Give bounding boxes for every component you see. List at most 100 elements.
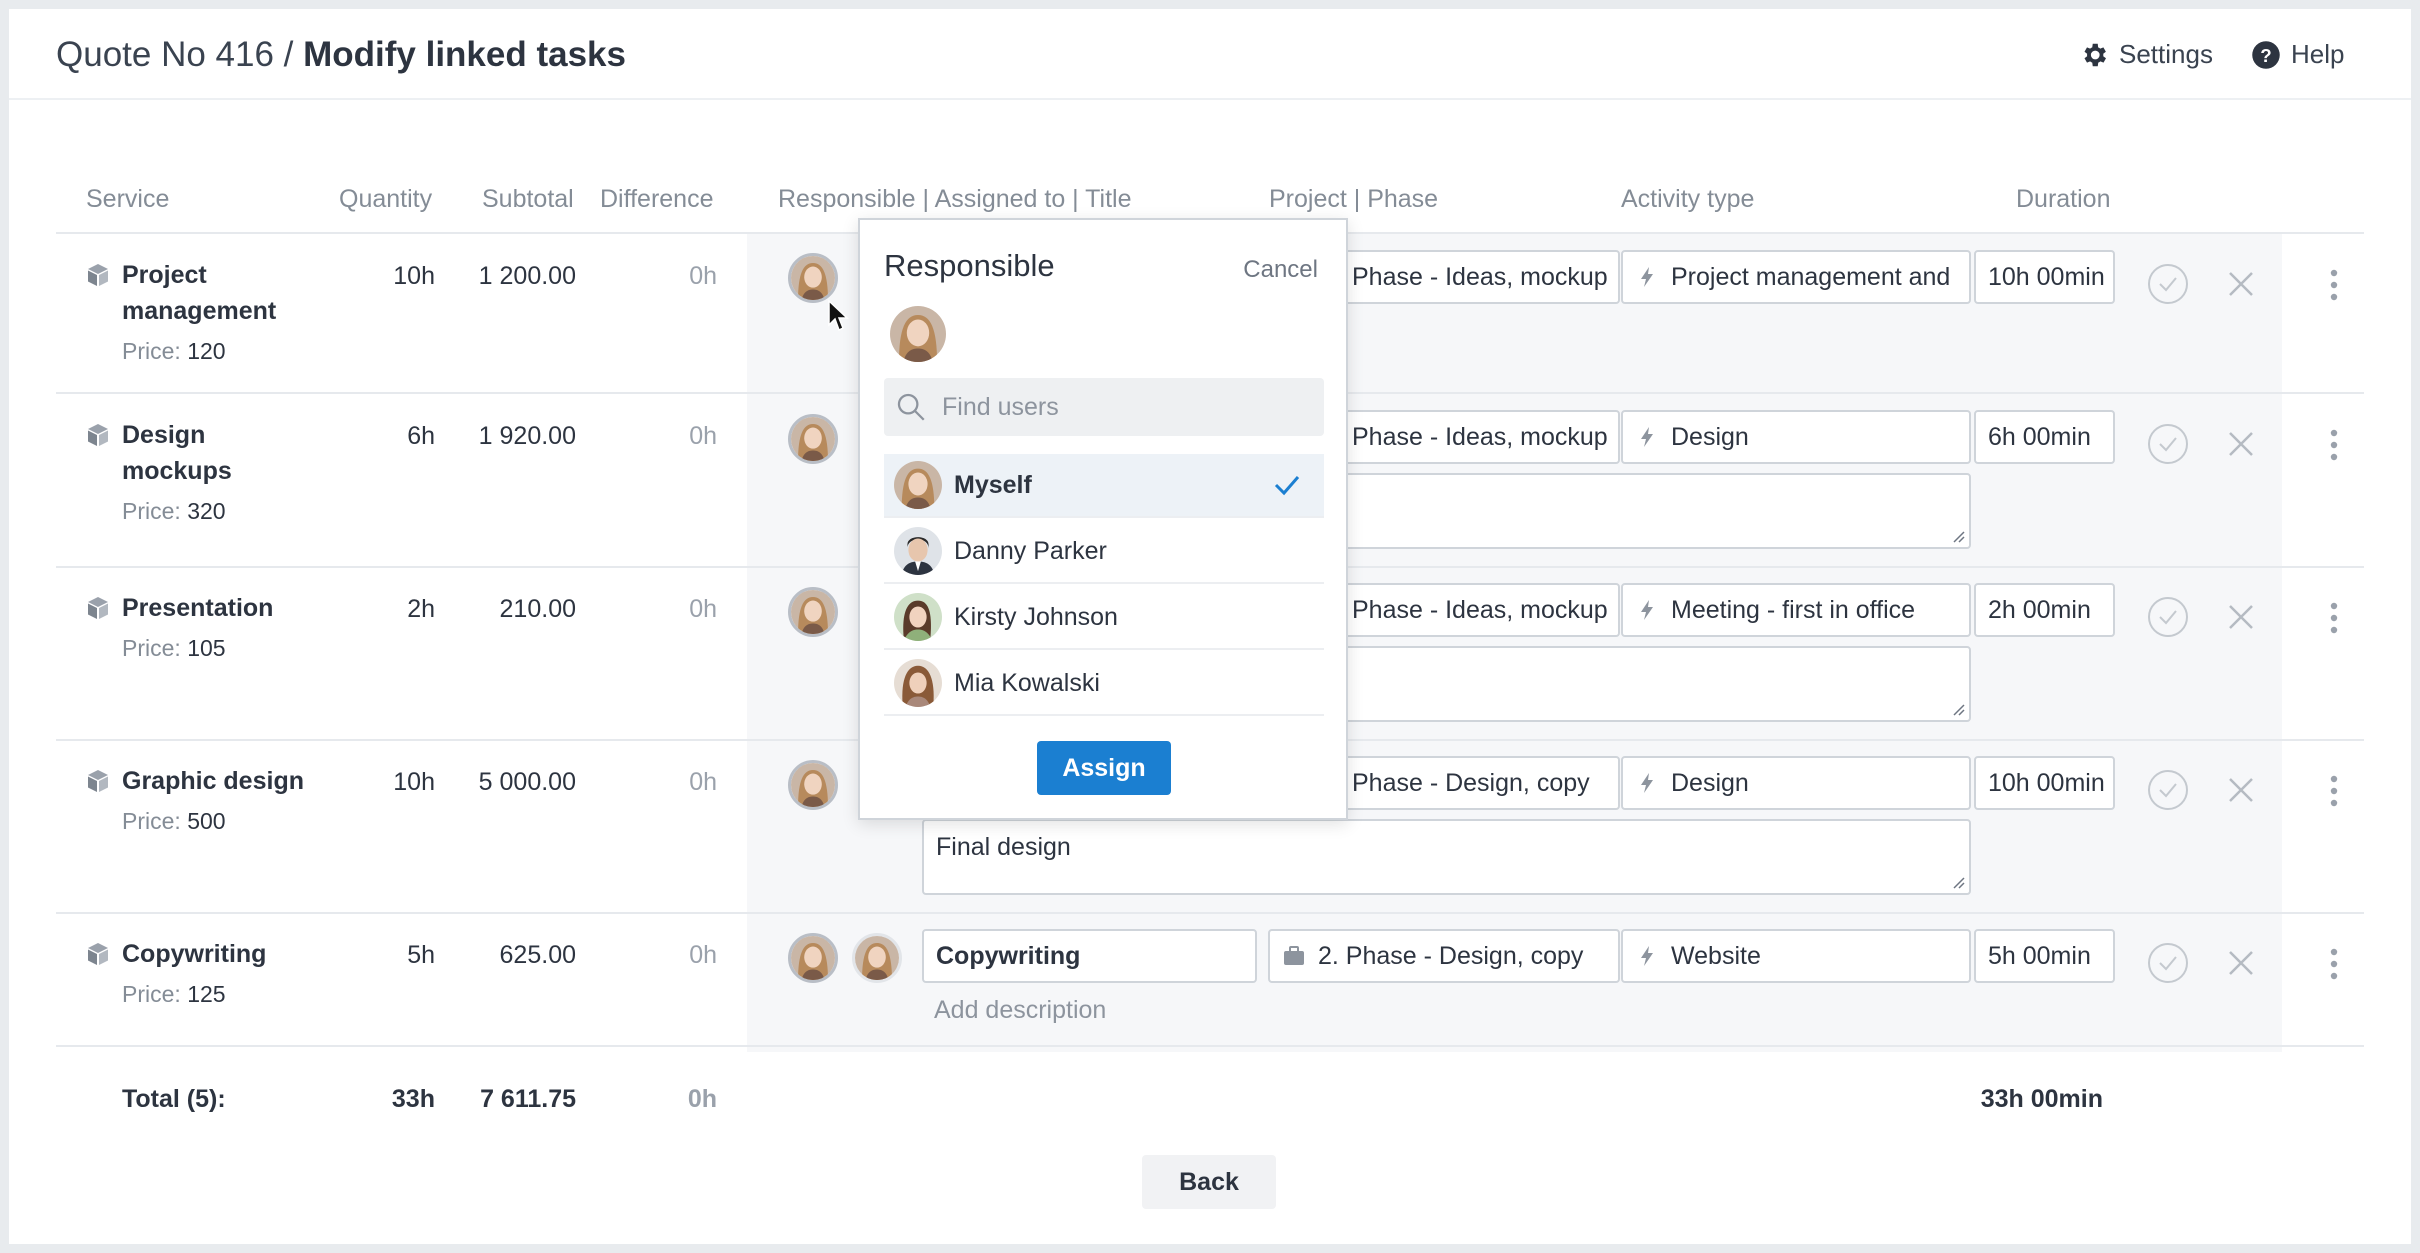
column-header-responsible: Responsible | Assigned to | Title xyxy=(778,185,1132,213)
search-icon xyxy=(897,393,925,421)
project-phase-field[interactable]: Phase - Design, copy xyxy=(1338,756,1620,810)
quantity-value: 10h xyxy=(393,768,435,796)
phase-value: Phase - Design, copy xyxy=(1352,768,1590,797)
column-header-subtotal: Subtotal xyxy=(482,185,574,213)
assign-button[interactable]: Assign xyxy=(1037,741,1171,795)
settings-label: Settings xyxy=(2119,39,2213,69)
gear-icon xyxy=(2084,43,2106,66)
column-header-duration: Duration xyxy=(2016,185,2111,213)
remove-x-icon[interactable] xyxy=(2220,769,2262,811)
service-price: Price: 125 xyxy=(122,981,226,1007)
user-avatar-icon xyxy=(890,306,946,362)
responsible-avatar[interactable] xyxy=(788,253,838,303)
more-options-icon[interactable] xyxy=(2329,947,2339,981)
activity-type-field[interactable]: Website xyxy=(1621,929,1971,983)
help-icon: ? xyxy=(2252,40,2280,69)
help-label: Help xyxy=(2291,39,2345,69)
difference-value: 0h xyxy=(689,768,717,796)
duration-field[interactable]: 10h 00min xyxy=(1974,756,2115,810)
activity-type-field[interactable]: Design xyxy=(1621,410,1971,464)
project-phase-field[interactable]: Phase - Ideas, mockup xyxy=(1338,410,1620,464)
description-textarea[interactable] xyxy=(1338,473,1971,549)
remove-x-icon[interactable] xyxy=(2220,942,2262,984)
project-phase-field[interactable]: 2. Phase - Design, copy xyxy=(1268,929,1620,983)
divider xyxy=(56,912,2364,914)
project-phase-field[interactable]: Phase - Ideas, mockup xyxy=(1338,250,1620,304)
search-placeholder: Find users xyxy=(942,392,1059,421)
assignee-avatar[interactable] xyxy=(852,933,902,983)
responsible-avatar[interactable] xyxy=(788,414,838,464)
lightning-icon xyxy=(1635,598,1659,622)
user-option-danny-parker[interactable]: Danny Parker xyxy=(884,520,1324,584)
user-avatar-icon xyxy=(855,936,899,980)
user-avatar-icon xyxy=(791,256,835,300)
confirm-check-icon[interactable] xyxy=(2147,596,2189,638)
back-button[interactable]: Back xyxy=(1142,1155,1276,1209)
difference-value: 0h xyxy=(689,422,717,450)
confirm-check-icon[interactable] xyxy=(2147,769,2189,811)
description-textarea[interactable]: Final design xyxy=(922,819,1971,895)
column-header-service: Service xyxy=(86,185,170,213)
activity-type-field[interactable]: Project management and xyxy=(1621,250,1971,304)
duration-field[interactable]: 6h 00min xyxy=(1974,410,2115,464)
quantity-value: 5h xyxy=(407,941,435,969)
duration-field[interactable]: 5h 00min xyxy=(1974,929,2115,983)
confirm-check-icon[interactable] xyxy=(2147,263,2189,305)
add-description-link[interactable]: Add description xyxy=(934,996,1106,1025)
activity-value: Project management and xyxy=(1671,262,1951,291)
column-header-activity: Activity type xyxy=(1621,185,1755,213)
remove-x-icon[interactable] xyxy=(2220,423,2262,465)
resize-grip-icon[interactable] xyxy=(1951,702,1965,716)
more-options-icon[interactable] xyxy=(2329,428,2339,462)
top-bar: Quote No 416 / Modify linked tasks Setti… xyxy=(9,9,2411,100)
mouse-cursor-icon xyxy=(828,299,849,332)
total-difference: 0h xyxy=(687,1085,717,1113)
find-users-input[interactable]: Find users xyxy=(884,378,1324,436)
confirm-check-icon[interactable] xyxy=(2147,942,2189,984)
total-duration: 33h 00min xyxy=(1980,1085,2103,1113)
popup-title: Responsible xyxy=(884,248,1055,283)
resize-grip-icon[interactable] xyxy=(1951,529,1965,543)
confirm-check-icon[interactable] xyxy=(2147,423,2189,465)
duration-field[interactable]: 2h 00min xyxy=(1974,583,2115,637)
user-name: Myself xyxy=(954,470,1032,499)
service-cube-icon xyxy=(85,262,111,288)
user-name: Danny Parker xyxy=(954,536,1107,565)
duration-field[interactable]: 10h 00min xyxy=(1974,250,2115,304)
page-title: Quote No 416 / Modify linked tasks xyxy=(56,35,626,74)
responsible-avatar[interactable] xyxy=(788,933,838,983)
remove-x-icon[interactable] xyxy=(2220,263,2262,305)
resize-grip-icon[interactable] xyxy=(1951,875,1965,889)
user-option-myself[interactable]: Myself xyxy=(884,454,1324,518)
quantity-value: 6h xyxy=(407,422,435,450)
service-cube-icon xyxy=(85,422,111,448)
activity-type-field[interactable]: Meeting - first in office xyxy=(1621,583,1971,637)
phase-value: Phase - Ideas, mockup xyxy=(1352,422,1608,451)
difference-value: 0h xyxy=(689,595,717,623)
service-cube-icon xyxy=(85,768,111,794)
responsible-avatar[interactable] xyxy=(788,587,838,637)
more-options-icon[interactable] xyxy=(2329,774,2339,808)
user-avatar-icon xyxy=(894,659,942,707)
user-avatar xyxy=(894,527,942,575)
duration-value: 6h 00min xyxy=(1988,422,2091,451)
description-textarea[interactable] xyxy=(1338,646,1971,722)
activity-type-field[interactable]: Design xyxy=(1621,756,1971,810)
cancel-button[interactable]: Cancel xyxy=(1243,256,1318,284)
briefcase-icon xyxy=(1282,944,1306,968)
user-option-kirsty-johnson[interactable]: Kirsty Johnson xyxy=(884,586,1324,650)
settings-button[interactable]: Settings xyxy=(2079,39,2213,70)
more-options-icon[interactable] xyxy=(2329,268,2339,302)
help-button[interactable]: ? Help xyxy=(2251,39,2344,70)
more-options-icon[interactable] xyxy=(2329,601,2339,635)
user-option-mia-kowalski[interactable]: Mia Kowalski xyxy=(884,652,1324,716)
title-value: Copywriting xyxy=(936,941,1081,970)
service-name: Design mockups xyxy=(122,421,232,485)
user-avatar-icon xyxy=(791,763,835,807)
task-title-field[interactable]: Copywriting xyxy=(922,929,1257,983)
project-phase-field[interactable]: Phase - Ideas, mockup xyxy=(1338,583,1620,637)
remove-x-icon[interactable] xyxy=(2220,596,2262,638)
responsible-avatar[interactable] xyxy=(788,760,838,810)
checkmark-icon xyxy=(1274,476,1300,496)
subtotal-value: 1 200.00 xyxy=(478,262,576,290)
